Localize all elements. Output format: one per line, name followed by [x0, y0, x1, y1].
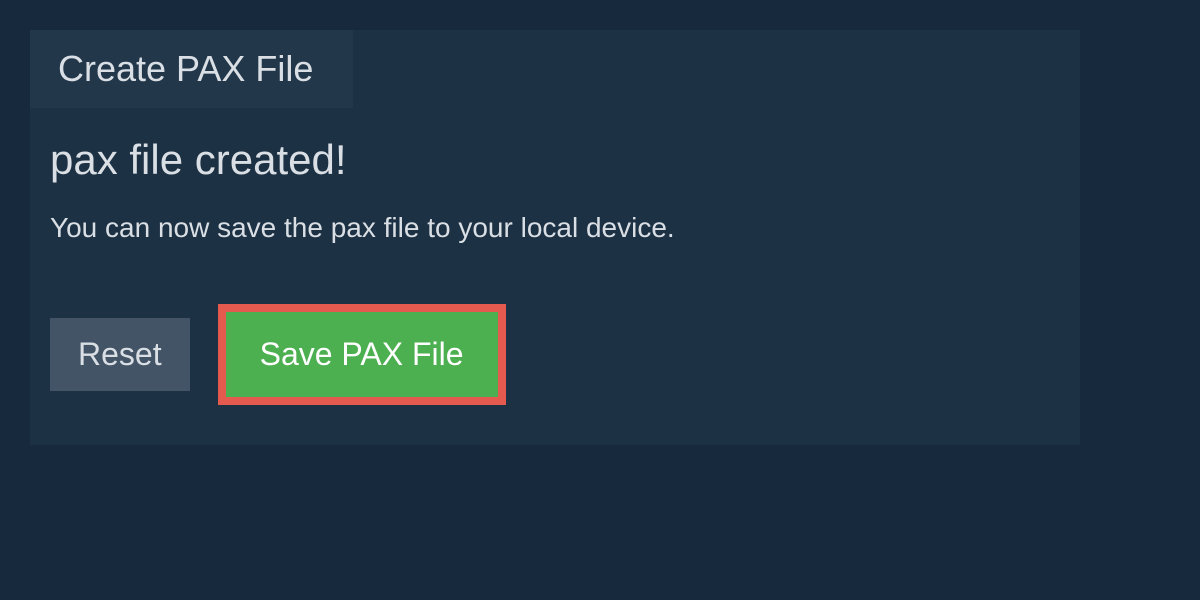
save-pax-file-button[interactable]: Save PAX File — [226, 312, 498, 397]
status-title: pax file created! — [50, 136, 1060, 184]
save-button-highlight: Save PAX File — [218, 304, 506, 405]
button-row: Reset Save PAX File — [50, 304, 1060, 405]
create-pax-panel: Create PAX File pax file created! You ca… — [30, 30, 1080, 445]
tab-title: Create PAX File — [58, 48, 313, 89]
tab-header: Create PAX File — [30, 30, 353, 108]
panel-content: pax file created! You can now save the p… — [30, 108, 1080, 415]
status-message: You can now save the pax file to your lo… — [50, 212, 1060, 244]
reset-button[interactable]: Reset — [50, 318, 190, 391]
